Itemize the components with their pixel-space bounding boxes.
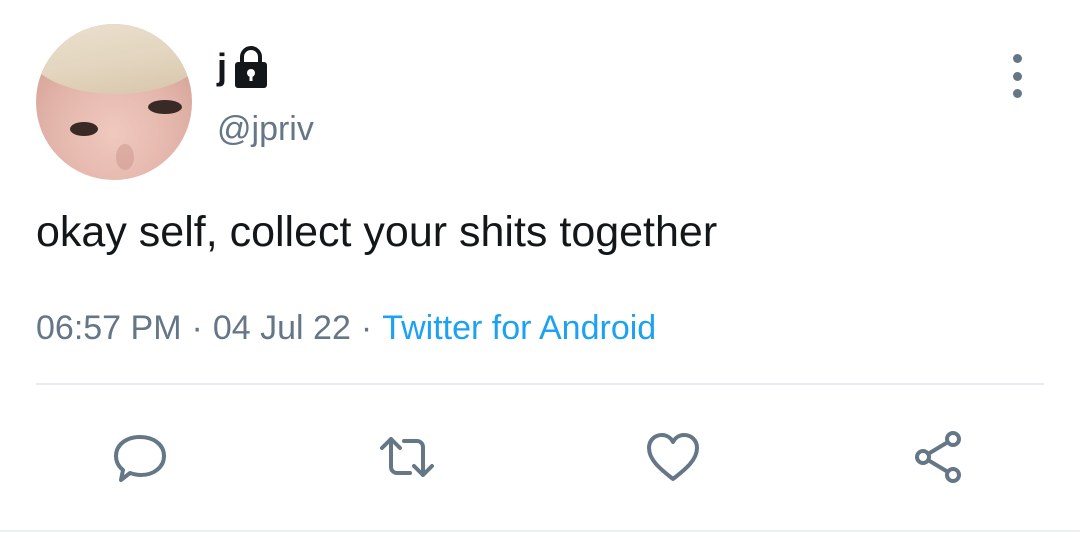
share-button[interactable] [906,424,972,490]
action-bar [0,424,1080,494]
tweet-card: j @jpriv okay self, collect your shits t… [0,0,1080,549]
bottom-divider [0,530,1080,532]
share-icon [915,431,961,483]
more-vertical-icon-dot [1012,89,1022,98]
retweet-icon [380,437,434,477]
tweet-time: 06:57 PM [36,309,182,347]
reply-icon [114,435,166,482]
avatar-nose [116,144,134,170]
meta-separator-2: · [360,309,373,347]
reply-button[interactable] [107,424,173,490]
avatar[interactable] [36,24,192,180]
avatar-eye-right [70,122,98,136]
like-button[interactable] [640,424,706,490]
retweet-button[interactable] [374,424,440,490]
more-vertical-icon [1012,54,1022,63]
avatar-hair [36,24,192,94]
lock-icon [231,45,271,89]
tweet-text: okay self, collect your shits together [36,208,718,256]
avatar-eye-left [148,100,182,114]
user-handle[interactable]: @jpriv [217,112,314,146]
tweet-source-link[interactable]: Twitter for Android [382,309,656,347]
more-options-button[interactable] [1000,54,1034,98]
more-vertical-icon-dot [1012,71,1022,81]
divider [36,383,1044,385]
name-row: j [217,42,271,92]
tweet-meta: 06:57 PM · 04 Jul 22 · Twitter for Android [36,308,656,348]
tweet-date: 04 Jul 22 [212,309,351,347]
display-name[interactable]: j [217,49,227,85]
heart-icon [647,433,699,481]
meta-separator: · [191,309,203,347]
